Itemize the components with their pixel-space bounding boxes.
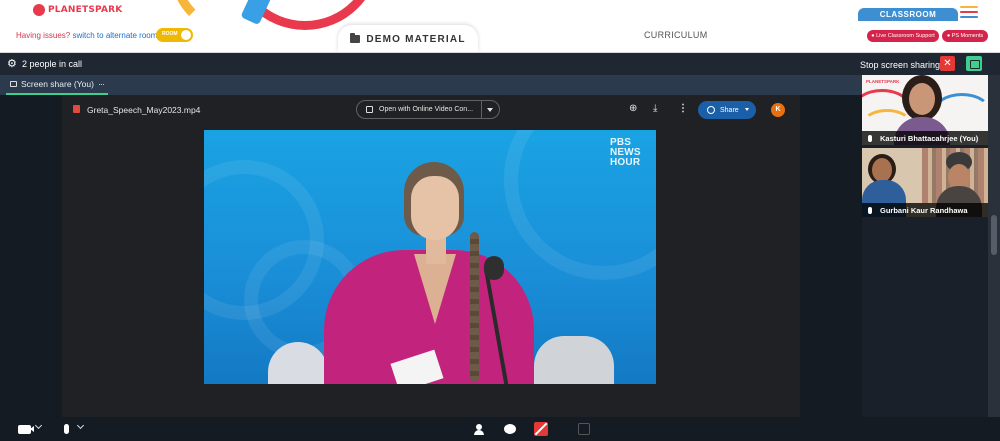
tab-more-icon[interactable]: ··· [98,79,105,89]
participant-tile-self[interactable]: PLANETSPARK Kasturi Bhattacahrjee (You) [862,75,988,145]
mic-icon [868,206,872,214]
logo-text: PLANETSPARK [48,5,123,15]
ps-moments-button[interactable]: ● PS Moments [942,30,988,42]
alternate-room-link[interactable]: switch to alternate room [72,31,157,40]
chevron-down-icon[interactable] [34,421,43,430]
participant-name-bar: Kasturi Bhattacahrjee (You) [862,131,988,145]
issues-notice: Having issues? switch to alternate room [16,31,157,40]
scrollbar[interactable] [988,75,1000,417]
microphone-head [484,256,504,280]
folder-icon [350,33,361,43]
tab-screen-share[interactable]: Screen share (You) ··· [6,75,108,95]
hamburger-line [960,11,978,13]
share-label: Share [720,106,739,114]
participant-tile-student[interactable]: Gurbani Kaur Randhawa [862,148,988,217]
watermark-line: HOUR [610,157,641,168]
video-frame[interactable]: PBS NEWS HOUR [204,130,656,384]
monitor-icon [10,81,17,87]
scroll-thumb[interactable] [991,215,997,255]
participant-face [909,83,935,115]
stage: Greta_Speech_May2023.mp4 Open with Onlin… [0,95,862,417]
issues-text: Having issues? [16,31,71,40]
video-file-icon [73,105,80,113]
globe-icon [707,106,715,114]
demo-material-tab[interactable]: DEMO MATERIAL [338,25,478,52]
planetspark-logo[interactable]: PLANETSPARK [33,4,122,16]
speaker-face [411,176,459,240]
whiteboard-icon[interactable] [578,423,590,435]
participant-name-bar: Gurbani Kaur Randhawa [862,203,988,217]
logo-mark-icon [33,4,45,16]
live-support-button[interactable]: ● Live Classroom Support [867,30,939,42]
participants-panel: PLANETSPARK Kasturi Bhattacahrjee (You) … [862,75,988,417]
people-count: 2 people in call [22,59,83,69]
viewer-toolbar: Greta_Speech_May2023.mp4 Open with Onlin… [62,95,800,125]
divider [481,101,482,118]
file-name: Greta_Speech_May2023.mp4 [87,105,201,115]
mic-icon [868,134,872,142]
download-icon[interactable]: ⤓ [653,104,657,114]
share-tab-bar: Screen share (You) ··· [0,75,862,95]
camera-icon[interactable] [18,425,31,434]
participant-name: Gurbani Kaur Randhawa [880,205,968,215]
live-support-label: Live Classroom Support [876,33,935,39]
hamburger-line [960,6,978,8]
picture-in-picture-button[interactable] [966,56,982,71]
open-with-label: Open with Online Video Con... [379,106,474,113]
person-icon[interactable] [474,424,484,435]
chevron-down-icon[interactable] [487,108,493,112]
share-chevron-icon [745,108,749,111]
chevron-down-icon[interactable] [76,421,85,430]
hamburger-menu-icon[interactable] [960,6,978,18]
participant-face [872,158,892,182]
mic-icon[interactable] [64,424,69,434]
toggle-knob [181,30,191,40]
chat-icon[interactable] [504,424,516,434]
tab-screen-share-label: Screen share (You) [21,79,94,89]
stop-sharing-label: Stop screen sharing [860,60,941,70]
stop-sharing-close-button[interactable]: ✕ [940,56,955,71]
curriculum-tab[interactable]: CURRICULUM [644,30,708,40]
open-with-button[interactable]: Open with Online Video Con... [356,100,500,119]
demo-material-label: DEMO MATERIAL [366,33,466,45]
participant-name: Kasturi Bhattacahrjee (You) [880,133,979,143]
share-screen-off-icon[interactable] [534,422,548,436]
more-options-icon[interactable]: ⋮ [678,104,688,114]
hamburger-line [960,16,978,18]
room-toggle-label: ROOM [162,31,178,37]
add-to-drive-icon[interactable]: ⊕ [629,104,637,114]
tile-logo: PLANETSPARK [866,79,900,84]
pbs-newshour-watermark: PBS NEWS HOUR [610,138,646,168]
speaker-braid [470,232,479,382]
share-button[interactable]: Share [698,101,756,119]
call-bar: ⚙ 2 people in call Stop screen sharing ✕ [0,53,1000,75]
open-with-app-icon [366,106,373,113]
drive-video-viewer: Greta_Speech_May2023.mp4 Open with Onlin… [62,95,800,417]
call-controls [0,417,1000,441]
classroom-tab[interactable]: CLASSROOM [858,8,958,21]
room-toggle[interactable]: ROOM [156,28,193,42]
account-avatar[interactable]: K [771,103,785,117]
gear-icon[interactable]: ⚙ [7,59,17,70]
podium-right [534,336,614,384]
site-header: PLANETSPARK Having issues? switch to alt… [0,0,1000,53]
ps-moments-label: PS Moments [951,33,984,39]
